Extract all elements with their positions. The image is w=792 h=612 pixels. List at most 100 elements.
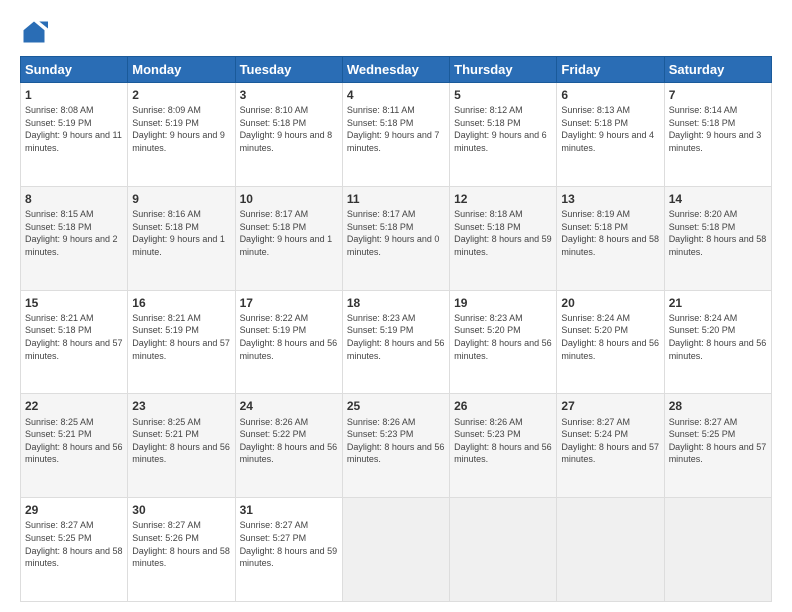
cell-text: Sunrise: 8:23 AMSunset: 5:19 PMDaylight:… xyxy=(347,313,445,361)
day-number: 18 xyxy=(347,295,445,311)
cell-text: Sunrise: 8:17 AMSunset: 5:18 PMDaylight:… xyxy=(347,209,440,257)
day-number: 11 xyxy=(347,191,445,207)
calendar-cell: 17Sunrise: 8:22 AMSunset: 5:19 PMDayligh… xyxy=(235,290,342,394)
calendar-cell: 2 Sunrise: 8:09 AMSunset: 5:19 PMDaylight… xyxy=(128,83,235,187)
day-number: 15 xyxy=(25,295,123,311)
calendar-table: SundayMondayTuesdayWednesdayThursdayFrid… xyxy=(20,56,772,602)
cell-text: Sunrise: 8:11 AMSunset: 5:18 PMDaylight:… xyxy=(347,105,440,153)
day-number: 17 xyxy=(240,295,338,311)
cell-text: Sunrise: 8:15 AMSunset: 5:18 PMDaylight:… xyxy=(25,209,118,257)
calendar-cell: 9 Sunrise: 8:16 AMSunset: 5:18 PMDaylight… xyxy=(128,186,235,290)
calendar-body: 1Sunrise: 8:08 AMSunset: 5:19 PMDaylight… xyxy=(21,83,772,602)
header-day: Wednesday xyxy=(342,57,449,83)
calendar-header: SundayMondayTuesdayWednesdayThursdayFrid… xyxy=(21,57,772,83)
header-day: Friday xyxy=(557,57,664,83)
calendar-cell xyxy=(664,498,771,602)
day-number: 24 xyxy=(240,398,338,414)
cell-text: Sunrise: 8:27 AMSunset: 5:25 PMDaylight:… xyxy=(669,417,767,465)
calendar-cell: 22 Sunrise: 8:25 AMSunset: 5:21 PMDayligh… xyxy=(21,394,128,498)
calendar-cell: 18 Sunrise: 8:23 AMSunset: 5:19 PMDayligh… xyxy=(342,290,449,394)
calendar-cell: 10Sunrise: 8:17 AMSunset: 5:18 PMDayligh… xyxy=(235,186,342,290)
calendar-cell: 3Sunrise: 8:10 AMSunset: 5:18 PMDaylight… xyxy=(235,83,342,187)
calendar-cell: 27 Sunrise: 8:27 AMSunset: 5:24 PMDayligh… xyxy=(557,394,664,498)
calendar-cell xyxy=(342,498,449,602)
cell-text: Sunrise: 8:19 AMSunset: 5:18 PMDaylight:… xyxy=(561,209,659,257)
cell-text: Sunrise: 8:13 AMSunset: 5:18 PMDaylight:… xyxy=(561,105,654,153)
header xyxy=(20,18,772,46)
cell-text: Sunrise: 8:14 AMSunset: 5:18 PMDaylight:… xyxy=(669,105,762,153)
calendar-cell: 15 Sunrise: 8:21 AMSunset: 5:18 PMDayligh… xyxy=(21,290,128,394)
cell-text: Sunrise: 8:12 AMSunset: 5:18 PMDaylight:… xyxy=(454,105,547,153)
cell-text: Sunrise: 8:16 AMSunset: 5:18 PMDaylight:… xyxy=(132,209,225,257)
day-number: 20 xyxy=(561,295,659,311)
day-number: 19 xyxy=(454,295,552,311)
cell-text: Sunrise: 8:27 AMSunset: 5:27 PMDaylight:… xyxy=(240,520,338,568)
page: SundayMondayTuesdayWednesdayThursdayFrid… xyxy=(0,0,792,612)
calendar-cell xyxy=(450,498,557,602)
calendar-cell: 23 Sunrise: 8:25 AMSunset: 5:21 PMDayligh… xyxy=(128,394,235,498)
logo xyxy=(20,18,52,46)
day-number: 21 xyxy=(669,295,767,311)
day-number: 23 xyxy=(132,398,230,414)
cell-text: Sunrise: 8:17 AMSunset: 5:18 PMDaylight:… xyxy=(240,209,333,257)
cell-text: Sunrise: 8:24 AMSunset: 5:20 PMDaylight:… xyxy=(669,313,767,361)
day-number: 28 xyxy=(669,398,767,414)
calendar-cell: 12Sunrise: 8:18 AMSunset: 5:18 PMDayligh… xyxy=(450,186,557,290)
calendar-cell: 30Sunrise: 8:27 AMSunset: 5:26 PMDayligh… xyxy=(128,498,235,602)
day-number: 8 xyxy=(25,191,123,207)
header-row: SundayMondayTuesdayWednesdayThursdayFrid… xyxy=(21,57,772,83)
cell-text: Sunrise: 8:23 AMSunset: 5:20 PMDaylight:… xyxy=(454,313,552,361)
calendar-cell: 13 Sunrise: 8:19 AMSunset: 5:18 PMDayligh… xyxy=(557,186,664,290)
day-number: 31 xyxy=(240,502,338,518)
day-number: 9 xyxy=(132,191,230,207)
calendar-cell: 16Sunrise: 8:21 AMSunset: 5:19 PMDayligh… xyxy=(128,290,235,394)
day-number: 13 xyxy=(561,191,659,207)
cell-text: Sunrise: 8:25 AMSunset: 5:21 PMDaylight:… xyxy=(25,417,123,465)
cell-text: Sunrise: 8:21 AMSunset: 5:18 PMDaylight:… xyxy=(25,313,123,361)
calendar-week: 29 Sunrise: 8:27 AMSunset: 5:25 PMDayligh… xyxy=(21,498,772,602)
calendar-cell: 5 Sunrise: 8:12 AMSunset: 5:18 PMDaylight… xyxy=(450,83,557,187)
day-number: 25 xyxy=(347,398,445,414)
cell-text: Sunrise: 8:27 AMSunset: 5:25 PMDaylight:… xyxy=(25,520,123,568)
day-number: 30 xyxy=(132,502,230,518)
header-day: Sunday xyxy=(21,57,128,83)
day-number: 16 xyxy=(132,295,230,311)
logo-icon xyxy=(20,18,48,46)
calendar-cell: 28 Sunrise: 8:27 AMSunset: 5:25 PMDayligh… xyxy=(664,394,771,498)
calendar-cell: 25 Sunrise: 8:26 AMSunset: 5:23 PMDayligh… xyxy=(342,394,449,498)
day-number: 7 xyxy=(669,87,767,103)
cell-text: Sunrise: 8:25 AMSunset: 5:21 PMDaylight:… xyxy=(132,417,230,465)
cell-text: Sunrise: 8:24 AMSunset: 5:20 PMDaylight:… xyxy=(561,313,659,361)
day-number: 6 xyxy=(561,87,659,103)
cell-text: Sunrise: 8:26 AMSunset: 5:23 PMDaylight:… xyxy=(454,417,552,465)
day-number: 22 xyxy=(25,398,123,414)
cell-text: Sunrise: 8:09 AMSunset: 5:19 PMDaylight:… xyxy=(132,105,225,153)
calendar-cell: 11 Sunrise: 8:17 AMSunset: 5:18 PMDayligh… xyxy=(342,186,449,290)
calendar-cell: 6 Sunrise: 8:13 AMSunset: 5:18 PMDaylight… xyxy=(557,83,664,187)
calendar-cell: 24Sunrise: 8:26 AMSunset: 5:22 PMDayligh… xyxy=(235,394,342,498)
cell-text: Sunrise: 8:18 AMSunset: 5:18 PMDaylight:… xyxy=(454,209,552,257)
day-number: 14 xyxy=(669,191,767,207)
day-number: 26 xyxy=(454,398,552,414)
calendar-week: 1Sunrise: 8:08 AMSunset: 5:19 PMDaylight… xyxy=(21,83,772,187)
day-number: 2 xyxy=(132,87,230,103)
calendar-cell: 20 Sunrise: 8:24 AMSunset: 5:20 PMDayligh… xyxy=(557,290,664,394)
cell-text: Sunrise: 8:10 AMSunset: 5:18 PMDaylight:… xyxy=(240,105,333,153)
calendar-week: 22 Sunrise: 8:25 AMSunset: 5:21 PMDayligh… xyxy=(21,394,772,498)
day-number: 5 xyxy=(454,87,552,103)
day-number: 4 xyxy=(347,87,445,103)
day-number: 27 xyxy=(561,398,659,414)
calendar-cell: 21 Sunrise: 8:24 AMSunset: 5:20 PMDayligh… xyxy=(664,290,771,394)
cell-text: Sunrise: 8:26 AMSunset: 5:23 PMDaylight:… xyxy=(347,417,445,465)
day-number: 29 xyxy=(25,502,123,518)
calendar-cell: 26 Sunrise: 8:26 AMSunset: 5:23 PMDayligh… xyxy=(450,394,557,498)
calendar-cell: 7 Sunrise: 8:14 AMSunset: 5:18 PMDaylight… xyxy=(664,83,771,187)
calendar-cell: 4 Sunrise: 8:11 AMSunset: 5:18 PMDaylight… xyxy=(342,83,449,187)
calendar-week: 15 Sunrise: 8:21 AMSunset: 5:18 PMDayligh… xyxy=(21,290,772,394)
cell-text: Sunrise: 8:27 AMSunset: 5:24 PMDaylight:… xyxy=(561,417,659,465)
calendar-cell: 1Sunrise: 8:08 AMSunset: 5:19 PMDaylight… xyxy=(21,83,128,187)
cell-text: Sunrise: 8:08 AMSunset: 5:19 PMDaylight:… xyxy=(25,105,122,153)
calendar-cell: 29 Sunrise: 8:27 AMSunset: 5:25 PMDayligh… xyxy=(21,498,128,602)
calendar-cell xyxy=(557,498,664,602)
header-day: Thursday xyxy=(450,57,557,83)
